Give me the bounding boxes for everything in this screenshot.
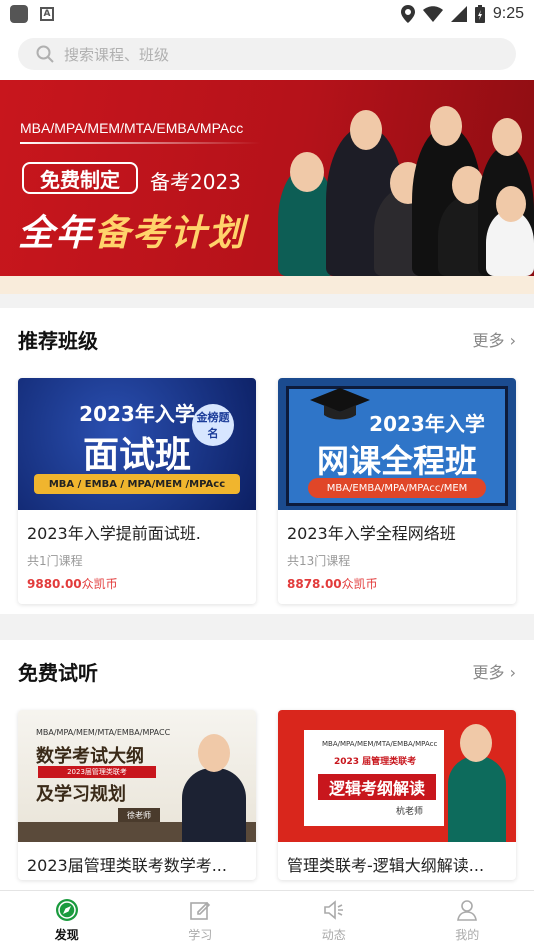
- trial-card[interactable]: MBA/MPA/MEM/MTA/EMBA/MPAcc 2023 届管理类联考 逻…: [278, 710, 516, 880]
- banner-divider: [20, 142, 260, 144]
- card-title: 管理类联考-逻辑大纲解读...: [287, 856, 485, 875]
- free-trial-section: 免费试听 更多 › MBA/MPA/MEM/MTA/EMBA/MPACC 数学考…: [0, 640, 534, 890]
- price-currency: 众凯币: [341, 577, 378, 591]
- class-thumbnail: 2023年入学 网课全程班 MBA/EMBA/MPA/MPAcc/MEM: [278, 378, 516, 510]
- signal-icon: [450, 6, 467, 22]
- thumb-teacher: 杭老师: [396, 807, 424, 817]
- more-link[interactable]: 更多 ›: [473, 659, 517, 683]
- tab-label: 发现: [54, 928, 79, 942]
- thumb-band: 2023 届管理类联考: [334, 757, 417, 767]
- course-count: 共1门课程: [27, 554, 83, 568]
- thumb-programs: MBA/EMBA/MPA/MPAcc/MEM: [308, 478, 486, 498]
- card-title: 2023年入学全程网络班: [287, 524, 456, 543]
- thumb-main: 网课全程班: [316, 442, 477, 480]
- price-currency: 众凯币: [81, 577, 118, 591]
- tab-news[interactable]: 动态: [267, 891, 401, 950]
- promo-banner[interactable]: MBA/MPA/MEM/MTA/EMBA/MPAcc 免费制定 备考2023 全…: [0, 80, 534, 276]
- recommended-section: 推荐班级 更多 › 2023年入学 面试班 金榜题名 MBA / EMBA / …: [0, 308, 534, 614]
- user-icon: [457, 900, 478, 921]
- thumb-seal: 金榜题名: [192, 404, 234, 446]
- teacher-photos: [272, 100, 534, 276]
- thumb-main: 逻辑考纲解读: [318, 774, 436, 800]
- teacher-head: [198, 734, 230, 772]
- search-input[interactable]: 搜索课程、班级: [18, 38, 516, 70]
- teacher-head: [350, 110, 382, 150]
- thumb-programs: MBA / EMBA / MPA/MEM /MPAcc: [34, 474, 240, 494]
- notification-app-icon: [10, 5, 28, 23]
- notification-a-icon: A: [40, 7, 54, 21]
- banner-subtitle: 备考2023: [150, 170, 241, 194]
- banner-badge: 免费制定: [22, 162, 138, 194]
- search-placeholder: 搜索课程、班级: [64, 45, 170, 64]
- price-value: 8878.00: [287, 577, 342, 591]
- trial-thumbnail: MBA/MPA/MEM/MTA/EMBA/MPAcc 2023 届管理类联考 逻…: [278, 710, 516, 842]
- thumb-band: 2023届管理类联考: [38, 766, 156, 778]
- teacher-head: [492, 118, 522, 156]
- banner-headline: 全年备考计划: [18, 204, 246, 256]
- course-count: 共13门课程: [287, 554, 351, 568]
- tab-label: 学习: [188, 928, 213, 942]
- section-title: 免费试听: [18, 660, 98, 685]
- thumb-programs: MBA/MPA/MEM/MTA/EMBA/MPACC: [36, 728, 171, 737]
- teacher-head: [430, 106, 462, 146]
- trial-card[interactable]: MBA/MPA/MEM/MTA/EMBA/MPACC 数学考试大纲 2023届管…: [18, 710, 256, 880]
- thumb-teacher: 徐老师: [118, 808, 160, 822]
- tab-mine[interactable]: 我的: [401, 891, 534, 950]
- trial-thumbnail: MBA/MPA/MEM/MTA/EMBA/MPACC 数学考试大纲 2023届管…: [18, 710, 256, 842]
- speaker-icon: [323, 900, 343, 920]
- wifi-icon: [422, 6, 443, 22]
- class-card[interactable]: 2023年入学 网课全程班 MBA/EMBA/MPA/MPAcc/MEM 202…: [278, 378, 516, 604]
- bottom-tab-bar: 发现 学习 动态 我的: [0, 890, 534, 950]
- thumb-year: 2023年入学: [369, 412, 485, 436]
- thumb-main-2: 及学习规划: [36, 784, 126, 805]
- price-value: 9880.00: [27, 577, 82, 591]
- class-thumbnail: 2023年入学 面试班 金榜题名 MBA / EMBA / MPA/MEM /M…: [18, 378, 256, 510]
- section-title: 推荐班级: [18, 328, 98, 353]
- thumb-main: 数学考试大纲: [36, 746, 144, 767]
- tab-label: 我的: [455, 928, 480, 942]
- teacher-figure: [448, 756, 506, 842]
- thumb-programs: MBA/MPA/MEM/MTA/EMBA/MPAcc: [322, 740, 438, 748]
- status-time: 9:25: [492, 5, 524, 22]
- teacher-head: [496, 186, 526, 222]
- tab-label: 动态: [321, 928, 346, 942]
- edit-icon: [190, 901, 211, 920]
- banner-headline-white: 全年: [18, 213, 95, 254]
- location-icon: [400, 5, 415, 23]
- card-title: 2023届管理类联考数学考...: [27, 856, 227, 875]
- teacher-head: [290, 152, 324, 192]
- banner-headline-yellow: 备考计划: [94, 213, 247, 254]
- class-card[interactable]: 2023年入学 面试班 金榜题名 MBA / EMBA / MPA/MEM /M…: [18, 378, 256, 604]
- tab-study[interactable]: 学习: [134, 891, 268, 950]
- card-title: 2023年入学提前面试班.: [27, 524, 201, 543]
- teacher-head: [460, 724, 492, 762]
- teacher-figure: [182, 768, 246, 842]
- card-price: 9880.00众凯币: [27, 575, 247, 592]
- tab-discover[interactable]: 发现: [0, 891, 134, 950]
- search-icon: [36, 45, 54, 63]
- card-price: 8878.00众凯币: [287, 575, 507, 592]
- search-bar: 搜索课程、班级: [0, 28, 534, 80]
- more-link[interactable]: 更多 ›: [473, 327, 517, 351]
- banner-programs: MBA/MPA/MEM/MTA/EMBA/MPAcc: [20, 120, 244, 136]
- compass-icon: [55, 899, 78, 921]
- status-bar: A 9:25: [0, 0, 534, 28]
- banner-spacer: [0, 276, 534, 294]
- battery-icon: [474, 5, 485, 23]
